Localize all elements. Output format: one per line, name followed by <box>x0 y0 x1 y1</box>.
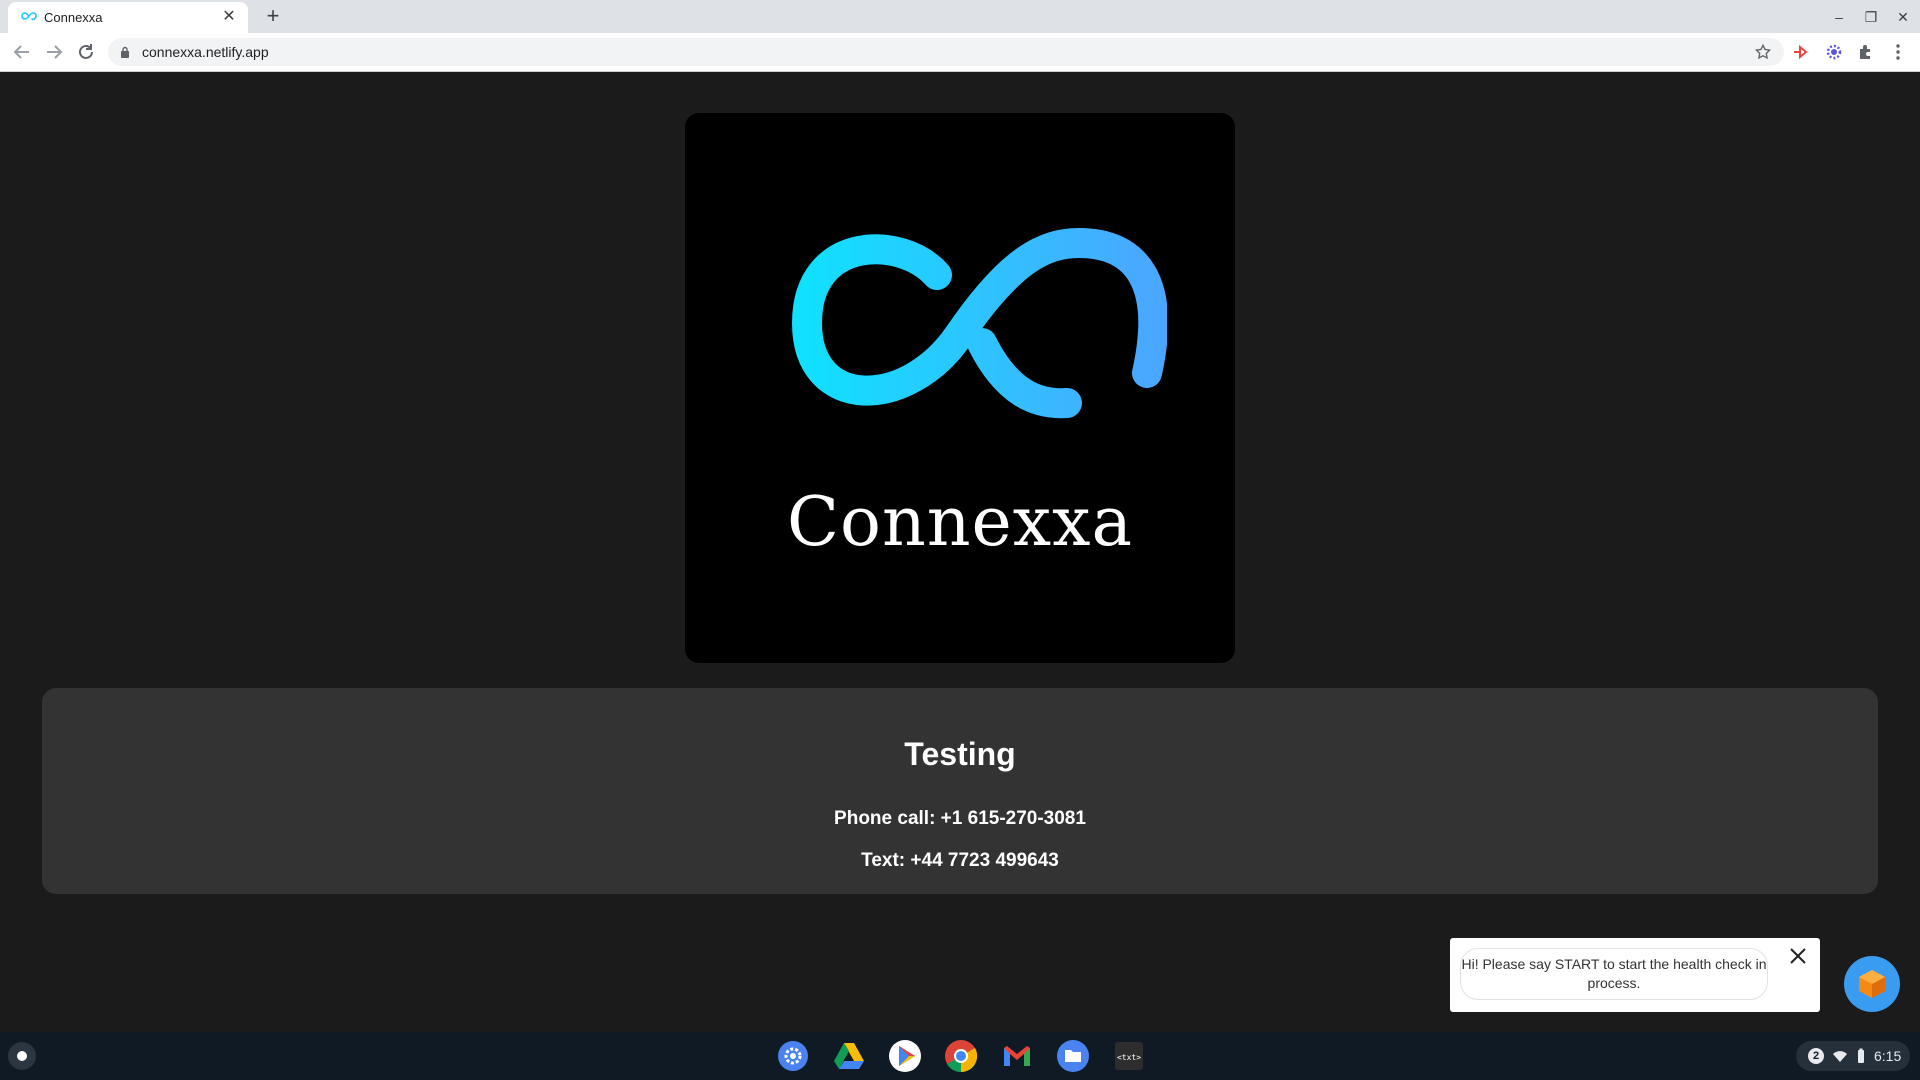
chat-message: Hi! Please say START to start the health… <box>1460 948 1768 1000</box>
launcher-button[interactable] <box>8 1042 36 1070</box>
extension-red-icon[interactable] <box>1791 42 1811 62</box>
chat-popup: Hi! Please say START to start the health… <box>1450 938 1820 1012</box>
text-number-text: Text: +44 7723 499643 <box>861 850 1059 871</box>
phone-call-text: Phone call: +1 615-270-3081 <box>834 808 1086 829</box>
page-heading: Testing <box>904 736 1016 772</box>
url-text: connexxa.netlify.app <box>142 44 269 60</box>
gmail-icon[interactable] <box>1000 1039 1034 1073</box>
tab-strip: Connexxa ✕ + – ❐ ✕ <box>0 0 1920 33</box>
clock-time: 6:15 <box>1874 1048 1902 1064</box>
restore-icon[interactable]: ❐ <box>1860 6 1882 28</box>
browser-toolbar: connexxa.netlify.app <box>0 33 1920 72</box>
tab-close-icon[interactable]: ✕ <box>220 8 238 26</box>
play-store-icon[interactable] <box>888 1039 922 1073</box>
settings-icon[interactable] <box>776 1039 810 1073</box>
connexxa-favicon-icon <box>21 12 37 21</box>
bookmark-star-icon[interactable] <box>1754 43 1772 61</box>
status-tray[interactable]: 2 6:15 <box>1796 1041 1910 1071</box>
reload-icon[interactable] <box>74 40 98 64</box>
tab-title: Connexxa <box>44 10 103 25</box>
extension-purple-icon[interactable] <box>1824 42 1844 62</box>
address-bar[interactable]: connexxa.netlify.app <box>108 38 1784 66</box>
chat-launcher-button[interactable] <box>1844 956 1900 1012</box>
browser-tab[interactable]: Connexxa ✕ <box>8 2 248 33</box>
contact-card: Testing Phone call: +1 615-270-3081 Text… <box>42 688 1878 894</box>
chrome-icon[interactable] <box>944 1039 978 1073</box>
infinity-logo-icon <box>791 227 1167 419</box>
battery-icon <box>1858 1048 1864 1063</box>
files-icon[interactable] <box>1056 1039 1090 1073</box>
minimize-icon[interactable]: – <box>1828 6 1850 28</box>
os-shelf: <txt> 2 6:15 <box>0 1032 1920 1080</box>
extensions-puzzle-icon[interactable] <box>1856 42 1876 62</box>
forward-icon[interactable] <box>42 40 66 64</box>
svg-text:<txt>: <txt> <box>1117 1053 1141 1062</box>
new-tab-button[interactable]: + <box>260 3 286 29</box>
notification-badge: 2 <box>1808 1048 1824 1064</box>
wifi-icon <box>1833 1051 1847 1062</box>
chat-close-icon[interactable] <box>1788 946 1808 966</box>
window-close-icon[interactable]: ✕ <box>1892 6 1914 28</box>
text-editor-icon[interactable]: <txt> <box>1112 1039 1146 1073</box>
back-icon[interactable] <box>10 40 34 64</box>
cube-icon <box>1859 970 1885 998</box>
google-drive-icon[interactable] <box>832 1039 866 1073</box>
logo-card: Connexxa <box>685 113 1235 663</box>
lock-icon <box>121 46 129 58</box>
menu-kebab-icon[interactable] <box>1888 42 1908 62</box>
brand-name: Connexxa <box>786 483 1134 562</box>
